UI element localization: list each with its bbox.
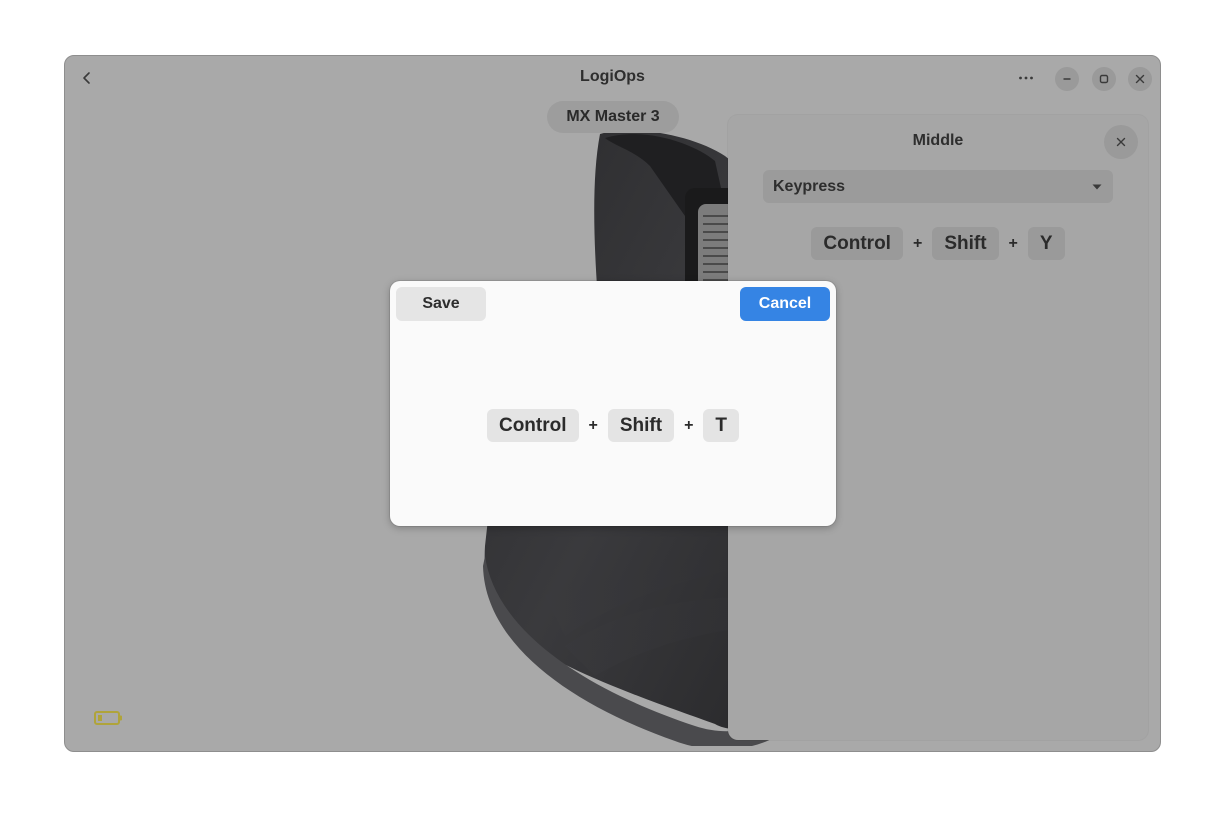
more-horizontal-icon <box>1019 76 1033 80</box>
menu-button[interactable] <box>1010 64 1042 92</box>
key-chip: Shift <box>607 409 675 442</box>
key-chip: Control <box>811 227 903 260</box>
minimize-icon <box>1063 78 1071 80</box>
action-type-value: Keypress <box>773 177 846 195</box>
device-name-pill[interactable]: MX Master 3 <box>547 101 679 133</box>
maximize-icon <box>1099 74 1109 84</box>
maximize-button[interactable] <box>1092 67 1116 91</box>
plus-separator: + <box>912 234 923 252</box>
battery-indicator <box>94 710 124 731</box>
battery-low-icon <box>94 711 122 725</box>
panel-close-button[interactable] <box>1104 125 1138 159</box>
key-chip: Control <box>486 409 579 442</box>
header-bar: LogiOps <box>65 56 1160 100</box>
dialog-shortcut: Control + Shift + T <box>390 409 836 442</box>
window-title: LogiOps <box>580 68 645 85</box>
action-type-dropdown[interactable]: Keypress <box>763 170 1113 203</box>
shortcut-capture-dialog: Save Cancel Control + Shift + T <box>390 281 836 526</box>
close-icon <box>1135 74 1145 84</box>
plus-separator: + <box>684 416 694 434</box>
plus-separator: + <box>588 416 598 434</box>
close-icon <box>1116 137 1126 147</box>
key-chip: T <box>703 409 740 442</box>
key-chip: Y <box>1027 227 1065 260</box>
triangle-down-icon <box>1092 184 1102 189</box>
cancel-button[interactable]: Cancel <box>740 287 830 321</box>
key-chip: Shift <box>932 227 999 260</box>
panel-title: Middle <box>912 132 964 149</box>
close-window-button[interactable] <box>1128 67 1152 91</box>
save-button[interactable]: Save <box>396 287 486 321</box>
panel-shortcut[interactable]: Control + Shift + Y <box>728 227 1148 260</box>
minimize-button[interactable] <box>1055 67 1079 91</box>
plus-separator: + <box>1008 234 1018 252</box>
